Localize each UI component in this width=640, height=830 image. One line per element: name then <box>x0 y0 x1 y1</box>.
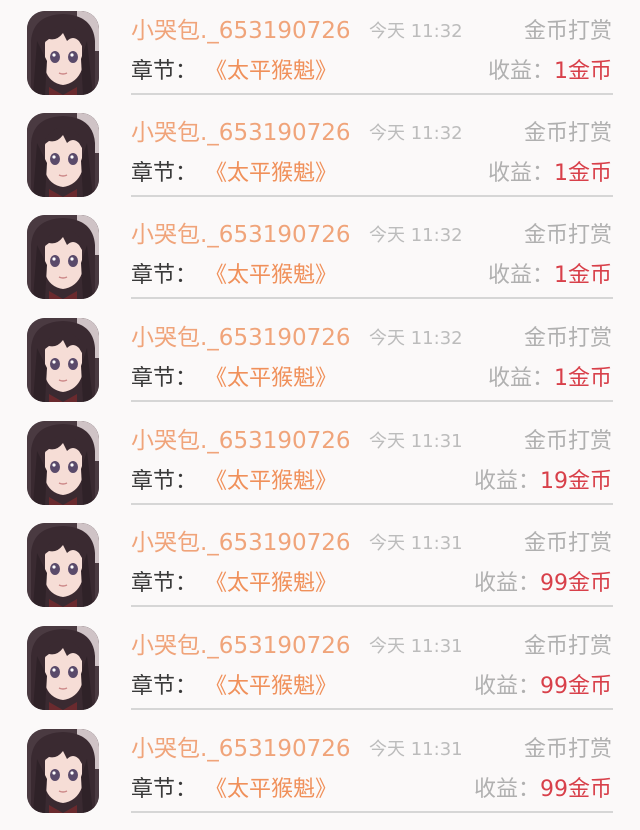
timestamp: 今天 11:32 <box>369 225 463 246</box>
reward-type: 金币打赏 <box>523 531 612 556</box>
earnings-label: 收益： <box>487 161 554 186</box>
reward-type: 金币打赏 <box>523 19 612 44</box>
reward-list-item[interactable]: 小哭包._653190726 今天 11:32 金币打赏 章节： 《太平猴魁》 … <box>0 204 640 306</box>
reward-type: 金币打赏 <box>523 429 612 454</box>
chapter-title[interactable]: 《太平猴魁》 <box>205 159 337 189</box>
chapter-label: 章节： <box>131 161 198 186</box>
divider <box>131 195 613 197</box>
username[interactable]: 小哭包._653190726 <box>131 323 351 353</box>
reward-list-item[interactable]: 小哭包._653190726 今天 11:31 金币打赏 章节： 《太平猴魁》 … <box>0 512 640 614</box>
chapter-label: 章节： <box>131 469 198 494</box>
chapter-title[interactable]: 《太平猴魁》 <box>205 569 337 599</box>
earnings: 收益：99金币 <box>474 672 612 702</box>
earnings: 收益：1金币 <box>488 159 612 189</box>
reward-type: 金币打赏 <box>523 121 612 146</box>
divider <box>131 400 613 402</box>
earnings-label: 收益： <box>473 571 540 596</box>
timestamp: 今天 11:32 <box>369 123 463 144</box>
earnings-value: 1金币 <box>554 59 612 84</box>
anime-girl-avatar-icon <box>27 523 99 607</box>
reward-list-item[interactable]: 小哭包._653190726 今天 11:32 金币打赏 章节： 《太平猴魁》 … <box>0 102 640 204</box>
reward-type: 金币打赏 <box>523 634 612 659</box>
divider <box>131 811 613 813</box>
avatar[interactable] <box>27 318 99 402</box>
avatar[interactable] <box>27 113 99 197</box>
reward-list: 小哭包._653190726 今天 11:32 金币打赏 章节： 《太平猴魁》 … <box>0 0 640 830</box>
earnings-label: 收益： <box>473 777 540 802</box>
anime-girl-avatar-icon <box>27 113 99 197</box>
earnings: 收益：99金币 <box>474 775 612 805</box>
username[interactable]: 小哭包._653190726 <box>131 631 351 661</box>
anime-girl-avatar-icon <box>27 729 99 813</box>
earnings-value: 19金币 <box>540 469 612 494</box>
earnings-value: 1金币 <box>554 366 612 391</box>
avatar[interactable] <box>27 523 99 607</box>
reward-list-item[interactable]: 小哭包._653190726 今天 11:32 金币打赏 章节： 《太平猴魁》 … <box>0 0 640 102</box>
anime-girl-avatar-icon <box>27 318 99 402</box>
chapter-label: 章节： <box>131 777 198 802</box>
username[interactable]: 小哭包._653190726 <box>131 426 351 456</box>
chapter-title[interactable]: 《太平猴魁》 <box>205 57 337 87</box>
chapter-title[interactable]: 《太平猴魁》 <box>205 672 337 702</box>
avatar[interactable] <box>27 215 99 299</box>
earnings-label: 收益： <box>473 469 540 494</box>
earnings-value: 1金币 <box>554 161 612 186</box>
chapter-title[interactable]: 《太平猴魁》 <box>205 364 337 394</box>
reward-type: 金币打赏 <box>523 326 612 351</box>
chapter-label: 章节： <box>131 674 198 699</box>
avatar[interactable] <box>27 421 99 505</box>
reward-list-item[interactable]: 小哭包._653190726 今天 11:31 金币打赏 章节： 《太平猴魁》 … <box>0 615 640 717</box>
reward-list-item[interactable]: 小哭包._653190726 今天 11:32 金币打赏 章节： 《太平猴魁》 … <box>0 307 640 409</box>
anime-girl-avatar-icon <box>27 11 99 95</box>
divider <box>131 297 613 299</box>
timestamp: 今天 11:31 <box>369 431 463 452</box>
username[interactable]: 小哭包._653190726 <box>131 220 351 250</box>
timestamp: 今天 11:32 <box>369 21 463 42</box>
reward-list-item[interactable]: 小哭包._653190726 今天 11:31 金币打赏 章节： 《太平猴魁》 … <box>0 718 640 820</box>
chapter-title[interactable]: 《太平猴魁》 <box>205 261 337 291</box>
earnings-label: 收益： <box>487 366 554 391</box>
avatar[interactable] <box>27 626 99 710</box>
reward-list-item[interactable]: 小哭包._653190726 今天 11:31 金币打赏 章节： 《太平猴魁》 … <box>0 410 640 512</box>
username[interactable]: 小哭包._653190726 <box>131 734 351 764</box>
earnings: 收益：1金币 <box>488 57 612 87</box>
username[interactable]: 小哭包._653190726 <box>131 528 351 558</box>
earnings-value: 99金币 <box>540 571 612 596</box>
divider <box>131 503 613 505</box>
anime-girl-avatar-icon <box>27 626 99 710</box>
chapter-label: 章节： <box>131 366 198 391</box>
earnings-value: 99金币 <box>540 777 612 802</box>
anime-girl-avatar-icon <box>27 421 99 505</box>
earnings-value: 1金币 <box>554 263 612 288</box>
earnings: 收益：99金币 <box>474 569 612 599</box>
divider <box>131 708 613 710</box>
earnings: 收益：1金币 <box>488 364 612 394</box>
earnings-value: 99金币 <box>540 674 612 699</box>
timestamp: 今天 11:31 <box>369 636 463 657</box>
earnings: 收益：1金币 <box>488 261 612 291</box>
anime-girl-avatar-icon <box>27 215 99 299</box>
chapter-label: 章节： <box>131 571 198 596</box>
username[interactable]: 小哭包._653190726 <box>131 16 351 46</box>
earnings-label: 收益： <box>487 59 554 84</box>
timestamp: 今天 11:32 <box>369 328 463 349</box>
avatar[interactable] <box>27 729 99 813</box>
avatar[interactable] <box>27 11 99 95</box>
divider <box>131 605 613 607</box>
earnings-label: 收益： <box>487 263 554 288</box>
chapter-label: 章节： <box>131 263 198 288</box>
timestamp: 今天 11:31 <box>369 533 463 554</box>
earnings-label: 收益： <box>473 674 540 699</box>
chapter-title[interactable]: 《太平猴魁》 <box>205 467 337 497</box>
reward-type: 金币打赏 <box>523 223 612 248</box>
chapter-title[interactable]: 《太平猴魁》 <box>205 775 337 805</box>
earnings: 收益：19金币 <box>474 467 612 497</box>
timestamp: 今天 11:31 <box>369 739 463 760</box>
chapter-label: 章节： <box>131 59 198 84</box>
divider <box>131 93 613 95</box>
username[interactable]: 小哭包._653190726 <box>131 118 351 148</box>
reward-type: 金币打赏 <box>523 737 612 762</box>
